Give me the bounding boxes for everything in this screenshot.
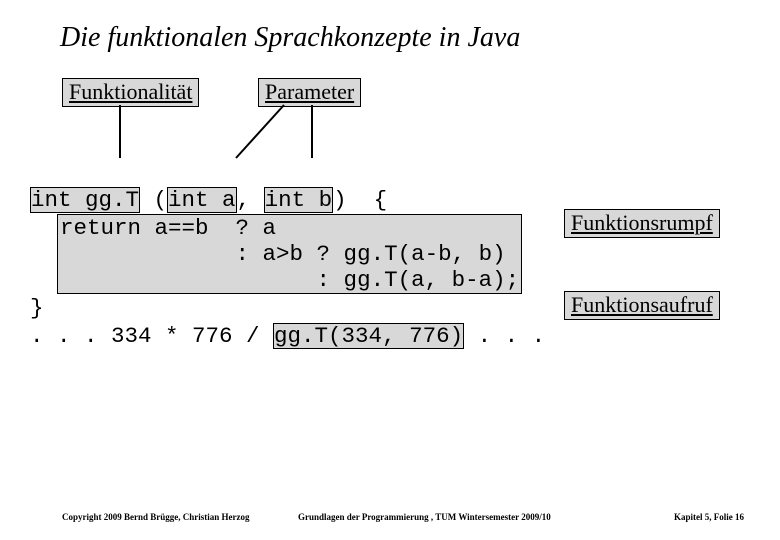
code-sig-sep: , [237,187,264,213]
code-param-a: int a [167,187,237,213]
footer-copyright: Copyright 2009 Bernd Brügge, Christian H… [62,512,250,522]
label-functionality: Funktionalität [62,78,199,107]
code-sig-open: ( [140,187,167,213]
slide-title: Die funktionalen Sprachkonzepte in Java [60,22,520,54]
code-block: int gg.T (int a, int b) { return a==b ? … [30,158,545,350]
footer-course: Grundlagen der Programmierung , TUM Wint… [298,512,551,522]
code-body-l1: return a==b ? a [60,215,276,241]
label-body: Funktionsrumpf [564,209,720,238]
code-brace-open: { [347,187,388,213]
code-param-b: int b [264,187,334,213]
code-call-prefix: . . . 334 * 776 / [30,323,273,349]
code-sig-type: int gg.T [30,187,140,213]
code-call-expr: gg.T(334, 776) [273,323,464,349]
code-body: return a==b ? a : a>b ? gg.T(a-b, b) : g… [57,214,522,294]
code-sig-close: ) [333,187,347,213]
code-call-suffix: . . . [464,323,545,349]
code-body-l2: : a>b ? gg.T(a-b, b) [60,241,519,267]
code-body-l3: : gg.T(a, b-a); [60,267,519,293]
label-parameter: Parameter [258,78,361,107]
footer-page: Kapitel 5, Folie 16 [674,512,744,522]
label-call: Funktionsaufruf [564,291,720,320]
code-brace-close: } [30,295,44,321]
